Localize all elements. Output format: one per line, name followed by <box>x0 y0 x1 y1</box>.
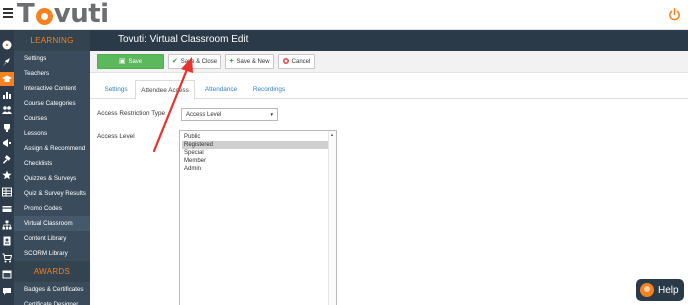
sidebar-item-badges-certificates[interactable]: Badges & Certificates <box>14 282 90 297</box>
sitemap-icon[interactable] <box>2 220 12 230</box>
sidebar-section-learning: LEARNING <box>14 30 90 51</box>
power-icon[interactable] <box>668 8 681 21</box>
calendar-icon[interactable] <box>2 269 12 279</box>
trophy-icon[interactable] <box>2 123 12 133</box>
access-level-option-registered[interactable]: Registered <box>182 141 328 149</box>
cancel-button[interactable]: Cancel <box>278 54 315 69</box>
top-bar: T vuti <box>0 0 688 30</box>
access-level-scrollbar[interactable]: ▲ <box>328 131 336 305</box>
gauge-icon[interactable] <box>2 40 12 50</box>
page-header: Tovuti: Virtual Classroom Edit <box>90 30 688 51</box>
star-icon[interactable] <box>2 170 12 180</box>
sidebar-item-settings[interactable]: Settings <box>14 51 90 66</box>
sidebar-item-checklists[interactable]: Checklists <box>14 156 90 171</box>
page-title: Tovuti: Virtual Classroom Edit <box>118 34 249 45</box>
sidebar-item-content-library[interactable]: Content Library <box>14 231 90 246</box>
icon-rail <box>0 30 14 305</box>
scroll-up-icon[interactable]: ▲ <box>330 132 334 137</box>
sidebar-item-course-categories[interactable]: Course Categories <box>14 96 90 111</box>
graduation-cap-icon[interactable] <box>0 72 14 86</box>
access-level-option-public[interactable]: Public <box>182 133 328 141</box>
dropdown-caret-icon: ▼ <box>269 112 274 117</box>
sidebar-item-lessons[interactable]: Lessons <box>14 126 90 141</box>
sidebar-item-promo-codes[interactable]: Promo Codes <box>14 201 90 216</box>
floppy-disk-icon: ▣ <box>118 58 126 65</box>
credit-card-icon[interactable] <box>2 204 12 214</box>
cart-icon[interactable] <box>2 253 12 263</box>
sidebar-item-certificate-designer[interactable]: Certificate Designer <box>14 297 90 305</box>
plus-icon: + <box>229 58 234 65</box>
hamburger-menu-icon[interactable] <box>3 6 13 20</box>
bar-chart-icon[interactable] <box>2 90 12 100</box>
sidebar-section-awards: AWARDS <box>14 261 90 282</box>
toolbar: ▣ Save ✔ Save & Close + Save & New Cance… <box>90 51 688 73</box>
tab-settings[interactable]: Settings <box>98 80 134 99</box>
access-level-listbox[interactable]: Public Registered Special Member Admin ▲ <box>179 130 337 305</box>
sidebar-item-courses[interactable]: Courses <box>14 111 90 126</box>
access-level-label: Access Level <box>97 133 135 140</box>
table-icon[interactable] <box>2 187 12 197</box>
save-button[interactable]: ▣ Save <box>97 54 164 69</box>
id-badge-icon[interactable] <box>2 236 12 246</box>
sidebar: LEARNING Settings Teachers Interactive C… <box>14 30 90 305</box>
sidebar-item-quizzes-surveys[interactable]: Quizzes & Surveys <box>14 171 90 186</box>
rocket-icon[interactable] <box>2 57 12 67</box>
save-new-button[interactable]: + Save & New <box>225 54 274 69</box>
access-level-option-special[interactable]: Special <box>182 149 328 157</box>
megaphone-icon[interactable] <box>2 138 12 148</box>
access-restriction-type-select[interactable]: Access Level ▼ <box>181 108 278 121</box>
save-close-button[interactable]: ✔ Save & Close <box>168 54 221 69</box>
tab-attendance[interactable]: Attendance <box>198 80 244 99</box>
access-level-option-admin[interactable]: Admin <box>182 165 328 173</box>
sidebar-item-assign-recommend[interactable]: Assign & Recommend <box>14 141 90 156</box>
tab-bar: Settings Attendee Access Attendance Reco… <box>90 80 688 100</box>
chat-icon[interactable] <box>2 286 12 296</box>
sidebar-item-quiz-survey-results[interactable]: Quiz & Survey Results <box>14 186 90 201</box>
sidebar-item-virtual-classroom[interactable]: Virtual Classroom <box>14 216 90 231</box>
sidebar-item-interactive-content[interactable]: Interactive Content <box>14 81 90 96</box>
tab-recordings[interactable]: Recordings <box>247 80 291 99</box>
cancel-circle-icon <box>282 57 289 66</box>
access-level-option-member[interactable]: Member <box>182 157 328 165</box>
gavel-icon[interactable] <box>2 155 12 165</box>
tab-attendee-access[interactable]: Attendee Access <box>135 80 195 100</box>
help-button[interactable]: Help <box>636 279 684 301</box>
help-avatar-icon <box>640 283 654 297</box>
sidebar-item-scorm-library[interactable]: SCORM Library <box>14 246 90 261</box>
sidebar-item-teachers[interactable]: Teachers <box>14 66 90 81</box>
checkmark-icon: ✔ <box>171 58 178 65</box>
access-restriction-type-label: Access Restriction Type <box>97 110 166 117</box>
tovuti-logo[interactable]: T vuti <box>17 1 109 27</box>
users-icon[interactable] <box>2 105 12 115</box>
